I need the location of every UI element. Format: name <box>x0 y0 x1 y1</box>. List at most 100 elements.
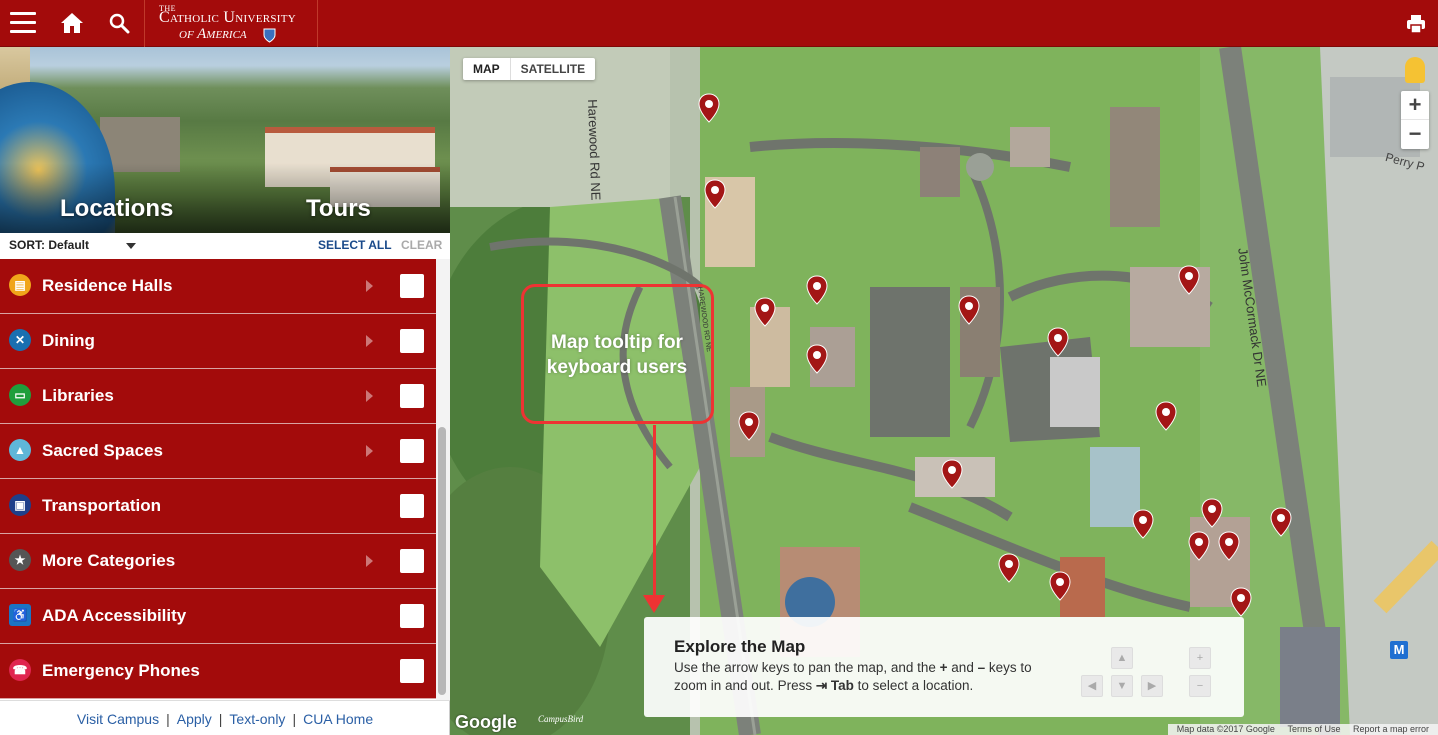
category-checkbox[interactable] <box>400 384 424 408</box>
category-label: Transportation <box>42 496 162 515</box>
map-pin-icon[interactable] <box>806 275 828 305</box>
tab-tours[interactable]: Tours <box>306 195 371 223</box>
category-dining[interactable]: ✕ Dining <box>0 314 436 369</box>
campus-map[interactable]: HAREWOOD RD NE Harewood Rd NE John McCor… <box>450 47 1438 735</box>
chevron-down-icon[interactable] <box>126 243 136 249</box>
map-pin-icon[interactable] <box>698 93 720 123</box>
apply-link[interactable]: Apply <box>177 711 212 727</box>
annotation-label: Map tooltip for keyboard users <box>546 332 688 378</box>
category-label: Sacred Spaces <box>42 441 163 460</box>
chapel-icon: ▲ <box>9 439 31 461</box>
explore-instructions: Use the arrow keys to pan the map, and t… <box>674 660 1032 693</box>
annotation-arrow-line <box>653 425 656 599</box>
bus-icon: ▣ <box>9 494 31 516</box>
cua-home-link[interactable]: CUA Home <box>303 711 373 727</box>
tab-locations[interactable]: Locations <box>60 195 173 223</box>
terms-link[interactable]: Terms of Use <box>1287 724 1340 734</box>
print-icon[interactable] <box>1406 14 1426 34</box>
map-pin-icon[interactable] <box>1132 509 1154 539</box>
star-icon: ★ <box>9 549 31 571</box>
map-pin-icon[interactable] <box>1230 587 1252 617</box>
category-list: ▤ Residence Halls ✕ Dining ▭ Libraries ▲… <box>0 259 436 700</box>
category-checkbox[interactable] <box>400 549 424 573</box>
category-emergency-phones[interactable]: ☎ Emergency Phones <box>0 644 436 699</box>
category-checkbox[interactable] <box>400 274 424 298</box>
chevron-right-icon[interactable] <box>366 390 373 402</box>
tab-key-icon: ⇥ <box>815 678 828 693</box>
scrollbar-thumb[interactable] <box>438 427 446 695</box>
menu-icon[interactable] <box>10 12 36 34</box>
minus-key-icon: − <box>1189 675 1211 697</box>
phone-icon: ☎ <box>9 659 31 681</box>
sort-bar: SORT: Default SELECT ALL CLEAR <box>0 233 450 259</box>
search-icon[interactable] <box>108 12 130 34</box>
category-libraries[interactable]: ▭ Libraries <box>0 369 436 424</box>
map-type-toggle: MAP SATELLITE <box>463 58 596 80</box>
select-all-button[interactable]: SELECT ALL <box>318 238 392 252</box>
category-checkbox[interactable] <box>400 439 424 463</box>
map-button[interactable]: MAP <box>463 58 510 80</box>
map-pin-icon[interactable] <box>738 411 760 441</box>
satellite-button[interactable]: SATELLITE <box>509 58 595 80</box>
category-sacred-spaces[interactable]: ▲ Sacred Spaces <box>0 424 436 479</box>
logo-line-2: Catholic University <box>159 9 297 26</box>
chevron-right-icon[interactable] <box>366 445 373 457</box>
map-pin-icon[interactable] <box>1047 327 1069 357</box>
text-only-link[interactable]: Text-only <box>229 711 285 727</box>
map-pin-icon[interactable] <box>1270 507 1292 537</box>
chevron-right-icon[interactable] <box>366 555 373 567</box>
category-label: Libraries <box>42 386 114 405</box>
hero-image: Locations Tours <box>0 47 450 233</box>
category-checkbox[interactable] <box>400 659 424 683</box>
category-checkbox[interactable] <box>400 329 424 353</box>
shield-icon <box>263 28 276 43</box>
arrow-right-key-icon: ▶ <box>1141 675 1163 697</box>
explore-map-tooltip: Explore the Map Use the arrow keys to pa… <box>644 617 1244 717</box>
sort-dropdown[interactable]: SORT: Default <box>9 238 89 252</box>
map-pin-icon[interactable] <box>1178 265 1200 295</box>
category-checkbox[interactable] <box>400 494 424 518</box>
campusbird-logo: CampusBird <box>538 714 584 724</box>
map-pin-icon[interactable] <box>1218 531 1240 561</box>
home-icon[interactable] <box>60 12 84 34</box>
map-pin-icon[interactable] <box>1188 531 1210 561</box>
map-pin-icon[interactable] <box>1201 498 1223 528</box>
wheelchair-icon: ♿ <box>9 604 31 626</box>
category-ada-accessibility[interactable]: ♿ ADA Accessibility <box>0 589 436 644</box>
arrow-left-key-icon: ◀ <box>1081 675 1103 697</box>
category-residence-halls[interactable]: ▤ Residence Halls <box>0 259 436 314</box>
arrow-up-key-icon: ▲ <box>1111 647 1133 669</box>
university-logo[interactable]: THE Catholic University of America <box>144 0 318 47</box>
clear-button[interactable]: CLEAR <box>401 238 442 252</box>
map-pin-icon[interactable] <box>1155 401 1177 431</box>
fork-knife-icon: ✕ <box>9 329 31 351</box>
map-pin-icon[interactable] <box>754 297 776 327</box>
sidebar: Locations Tours SORT: Default SELECT ALL… <box>0 47 450 735</box>
map-pin-icon[interactable] <box>806 344 828 374</box>
map-attribution: Map data ©2017 Google Terms of Use Repor… <box>1167 724 1438 735</box>
sort-label: SORT: <box>9 238 45 252</box>
category-label: ADA Accessibility <box>42 606 187 625</box>
visit-campus-link[interactable]: Visit Campus <box>77 711 159 727</box>
category-label: Residence Halls <box>42 276 173 295</box>
arrow-down-key-icon: ▼ <box>1111 675 1133 697</box>
map-pin-icon[interactable] <box>941 459 963 489</box>
chevron-right-icon[interactable] <box>366 280 373 292</box>
zoom-out-button[interactable]: − <box>1401 120 1429 149</box>
map-pin-icon[interactable] <box>704 179 726 209</box>
category-label: More Categories <box>42 551 176 570</box>
category-checkbox[interactable] <box>400 604 424 628</box>
map-pin-icon[interactable] <box>958 295 980 325</box>
map-pin-icon[interactable] <box>998 553 1020 583</box>
street-view-pegman-icon[interactable] <box>1405 57 1425 83</box>
explore-title: Explore the Map <box>674 637 806 656</box>
category-label: Dining <box>42 331 95 350</box>
category-more-categories[interactable]: ★ More Categories <box>0 534 436 589</box>
map-pin-icon[interactable] <box>1049 571 1071 601</box>
google-logo: Google <box>455 712 517 732</box>
chevron-right-icon[interactable] <box>366 335 373 347</box>
category-transportation[interactable]: ▣ Transportation <box>0 479 436 534</box>
report-error-link[interactable]: Report a map error <box>1353 724 1429 734</box>
book-icon: ▭ <box>9 384 31 406</box>
zoom-in-button[interactable]: + <box>1401 91 1429 120</box>
